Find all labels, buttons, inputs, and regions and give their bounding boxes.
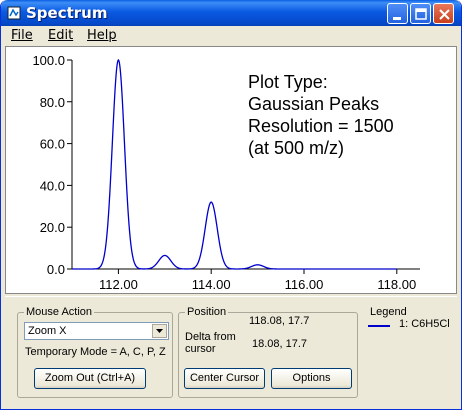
menu-help[interactable]: Help <box>87 28 117 43</box>
y-tick-label: 80.0 <box>40 95 65 110</box>
annotation-line-3: Resolution = 1500 <box>248 116 394 136</box>
options-button[interactable]: Options <box>271 368 352 389</box>
close-button[interactable] <box>433 3 454 24</box>
annotation-line-4: (at 500 m/z) <box>248 138 345 158</box>
y-tick-label: 100.0 <box>32 53 65 68</box>
menu-bar: File Edit Help <box>1 26 461 46</box>
chevron-down-icon <box>156 329 163 333</box>
spectrum-window: Spectrum File Edit Help 0.0 20.0 40.0 60.0 8… <box>0 0 462 410</box>
menu-file-label: File <box>11 28 33 43</box>
title-bar[interactable]: Spectrum <box>1 0 461 26</box>
delta-from-label-1: Delta from <box>185 331 236 343</box>
center-cursor-button[interactable]: Center Cursor <box>184 368 265 389</box>
annotation-line-1: Plot Type: <box>248 72 328 92</box>
x-tick-label: 118.00 <box>377 277 416 292</box>
temporary-mode-text: Temporary Mode = A, C, P, Z <box>25 346 166 358</box>
minimize-button[interactable] <box>387 3 408 24</box>
delta-value: 18.08, 17.7 <box>252 338 308 350</box>
annotation-line-2: Gaussian Peaks <box>248 94 380 114</box>
menu-help-label: Help <box>87 28 117 43</box>
legend-entry: 1: C6H5Cl <box>399 318 450 330</box>
y-tick-label: 40.0 <box>40 178 65 193</box>
menu-edit[interactable]: Edit <box>48 28 73 43</box>
mouse-action-label: Mouse Action <box>24 306 95 318</box>
x-tick-label: 116.00 <box>285 277 324 292</box>
legend-label: Legend <box>368 306 409 318</box>
app-icon <box>7 6 21 20</box>
window-title: Spectrum <box>26 4 108 22</box>
y-tick-label: 0.0 <box>47 262 65 277</box>
plot-annotation: Plot Type: Gaussian Peaks Resolution = 1… <box>248 71 394 159</box>
mouse-action-selected: Zoom X <box>28 325 67 337</box>
minimize-icon <box>393 17 401 20</box>
y-tick-label: 20.0 <box>40 220 65 235</box>
delta-from-label-2: cursor <box>185 343 216 355</box>
legend-swatch <box>368 325 390 327</box>
maximize-button[interactable] <box>410 3 431 24</box>
x-tick-label: 112.00 <box>99 277 138 292</box>
x-tick-label: 114.00 <box>192 277 231 292</box>
mouse-action-select[interactable]: Zoom X <box>24 322 169 340</box>
maximize-icon <box>415 8 427 20</box>
cursor-position-value: 118.08, 17.7 <box>249 315 310 327</box>
close-icon <box>439 9 450 20</box>
position-label: Position <box>185 306 229 318</box>
dropdown-arrow-icon[interactable] <box>152 324 167 338</box>
menu-file[interactable]: File <box>11 28 33 43</box>
y-tick-label: 60.0 <box>40 137 65 152</box>
zoom-out-button[interactable]: Zoom Out (Ctrl+A) <box>34 368 146 389</box>
menu-edit-label: Edit <box>48 28 74 43</box>
